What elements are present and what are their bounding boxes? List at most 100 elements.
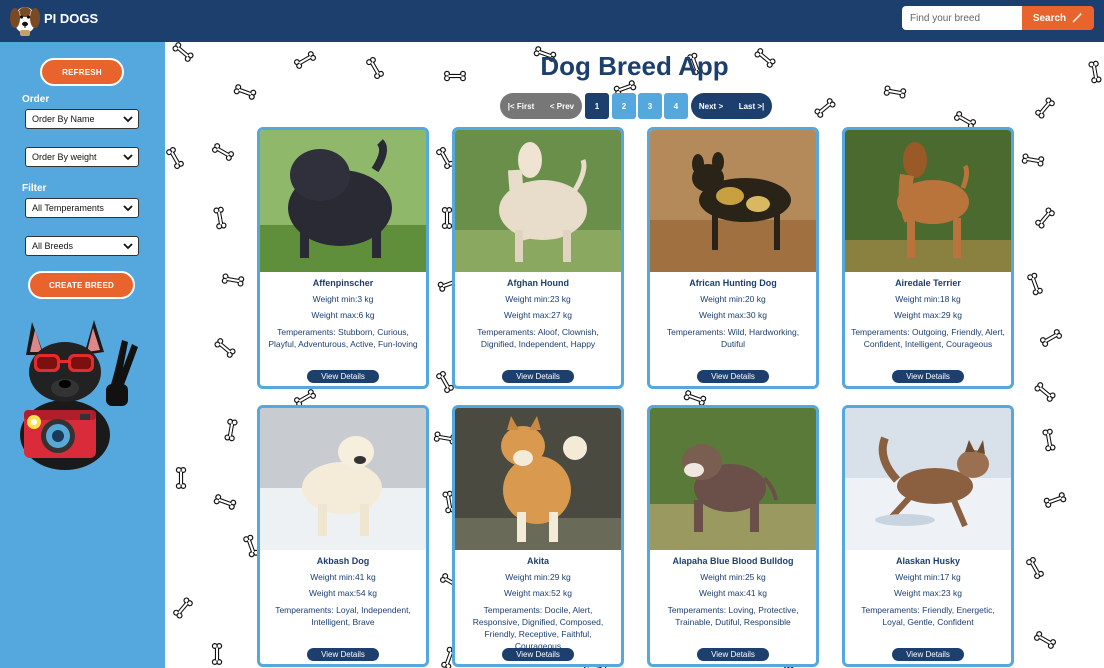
weight-min: Weight min:29 kg: [505, 572, 571, 582]
bone-icon: [1033, 631, 1057, 649]
bone-icon: [1042, 428, 1056, 452]
bone-icon: [1039, 329, 1063, 347]
chevron-down-icon: [123, 154, 133, 161]
weight-max: Weight max:54 kg: [309, 588, 377, 598]
temperaments: Temperaments: Friendly, Energetic, Loyal…: [861, 605, 995, 627]
top-navbar: PI DOGS Search: [0, 0, 1104, 42]
breed-card[interactable]: Alapaha Blue Blood Bulldog Weight min:25…: [647, 405, 819, 667]
bone-icon: [1035, 207, 1055, 229]
order-by-weight-select[interactable]: Order By weight: [25, 147, 139, 167]
bone-icon: [1034, 382, 1056, 402]
bone-icon: [211, 643, 223, 666]
chevron-down-icon: [123, 243, 133, 250]
weight-max: Weight max:30 kg: [699, 310, 767, 320]
breed-name: Akbash Dog: [316, 556, 370, 566]
brand-name[interactable]: PI DOGS: [44, 11, 98, 26]
weight-min: Weight min:18 kg: [895, 294, 961, 304]
temperaments: Temperaments: Aloof, Clownish, Dignified…: [477, 327, 599, 349]
bone-icon: [173, 597, 193, 619]
breed-photo: [845, 408, 1011, 550]
search-button[interactable]: Search: [1022, 6, 1094, 30]
breed-card[interactable]: Afghan Hound Weight min:23 kg Weight max…: [452, 127, 624, 389]
breed-photo: [455, 130, 621, 272]
filter-heading: Filter: [22, 183, 47, 194]
bone-icon: [224, 418, 238, 442]
page-2-button[interactable]: 2: [612, 93, 636, 119]
view-details-button[interactable]: View Details: [892, 370, 964, 383]
breed-name: Airedale Terrier: [895, 278, 961, 288]
breed-name: African Hunting Dog: [689, 278, 777, 288]
temperaments: Temperaments: Outgoing, Friendly, Alert,…: [851, 327, 1005, 349]
bone-icon: [883, 85, 907, 99]
page-1-button[interactable]: 1: [585, 93, 609, 119]
breed-card[interactable]: African Hunting Dog Weight min:20 kg Wei…: [647, 127, 819, 389]
order-by-name-select[interactable]: Order By Name: [25, 109, 139, 129]
weight-max: Weight max:52 kg: [504, 588, 572, 598]
weight-max: Weight max:29 kg: [894, 310, 962, 320]
weight-min: Weight min:25 kg: [700, 572, 766, 582]
bone-icon: [1035, 97, 1055, 119]
last-page-button[interactable]: Last >|: [731, 93, 772, 119]
view-details-button[interactable]: View Details: [892, 648, 964, 661]
breed-card[interactable]: Affenpinscher Weight min:3 kg Weight max…: [257, 127, 429, 389]
dog-logo-icon[interactable]: [8, 0, 42, 38]
breed-name: Alapaha Blue Blood Bulldog: [672, 556, 794, 566]
view-details-button[interactable]: View Details: [502, 370, 574, 383]
bone-icon: [166, 146, 184, 170]
temperaments: Temperaments: Wild, Hardworking, Dutiful: [666, 327, 800, 349]
temperaments: Temperaments: Docile, Alert, Responsive,…: [472, 605, 604, 651]
temperaments-filter-value: All Temperaments: [32, 203, 104, 213]
sidebar: REFRESH Order Order By Name Order By wei…: [0, 42, 165, 668]
search-input[interactable]: [902, 6, 1024, 30]
bone-icon: [221, 273, 245, 287]
create-breed-button[interactable]: CREATE BREED: [28, 271, 135, 299]
breed-photo: [650, 408, 816, 550]
next-page-button[interactable]: Next >: [691, 93, 731, 119]
weight-min: Weight min:23 kg: [505, 294, 571, 304]
breeds-filter-select[interactable]: All Breeds: [25, 236, 139, 256]
bone-icon: [441, 207, 453, 230]
view-details-button[interactable]: View Details: [307, 648, 379, 661]
view-details-button[interactable]: View Details: [307, 370, 379, 383]
chevron-down-icon: [123, 116, 133, 123]
breed-card[interactable]: Airedale Terrier Weight min:18 kg Weight…: [842, 127, 1014, 389]
bone-icon: [213, 494, 237, 510]
temperaments: Temperaments: Loving, Protective, Traina…: [667, 605, 799, 627]
order-heading: Order: [22, 94, 50, 105]
breed-photo: [845, 130, 1011, 272]
bone-icon: [175, 467, 187, 490]
view-details-button[interactable]: View Details: [502, 648, 574, 661]
page-4-button[interactable]: 4: [664, 93, 688, 119]
refresh-button[interactable]: REFRESH: [40, 58, 124, 86]
view-details-button[interactable]: View Details: [697, 370, 769, 383]
breed-card[interactable]: Akita Weight min:29 kg Weight max:52 kg …: [452, 405, 624, 667]
page-3-button[interactable]: 3: [638, 93, 662, 119]
breed-name: Alaskan Husky: [895, 556, 961, 566]
temperaments-filter-select[interactable]: All Temperaments: [25, 198, 139, 218]
weight-max: Weight max:23 kg: [894, 588, 962, 598]
order-by-weight-value: Order By weight: [32, 152, 97, 162]
search-button-label: Search: [1032, 12, 1067, 24]
page-title: Dog Breed App: [540, 51, 729, 81]
temperaments: Temperaments: Loyal, Independent, Intell…: [275, 605, 411, 627]
breed-card[interactable]: Akbash Dog Weight min:41 kg Weight max:5…: [257, 405, 429, 667]
bone-icon: [233, 84, 257, 100]
breeds-filter-value: All Breeds: [32, 241, 74, 251]
breed-card[interactable]: Alaskan Husky Weight min:17 kg Weight ma…: [842, 405, 1014, 667]
bone-icon: [211, 143, 235, 161]
temperaments: Temperaments: Stubborn, Curious, Playful…: [268, 327, 418, 349]
chevron-down-icon: [123, 205, 133, 212]
weight-min: Weight min:17 kg: [895, 572, 961, 582]
breed-photo: [260, 130, 426, 272]
prev-page-button[interactable]: < Prev: [542, 93, 582, 119]
weight-min: Weight min:20 kg: [700, 294, 766, 304]
first-page-button[interactable]: |< First: [500, 93, 542, 119]
bone-icon: [214, 338, 236, 358]
main-content: Dog Breed App |< First < Prev 1 2 3 4 Ne…: [165, 42, 1104, 668]
breed-photo: [260, 408, 426, 550]
breed-photo: [650, 130, 816, 272]
bone-icon: [1043, 492, 1067, 508]
breed-name: Akita: [526, 556, 549, 566]
view-details-button[interactable]: View Details: [697, 648, 769, 661]
dog-camera-mascot-image: [20, 320, 138, 470]
